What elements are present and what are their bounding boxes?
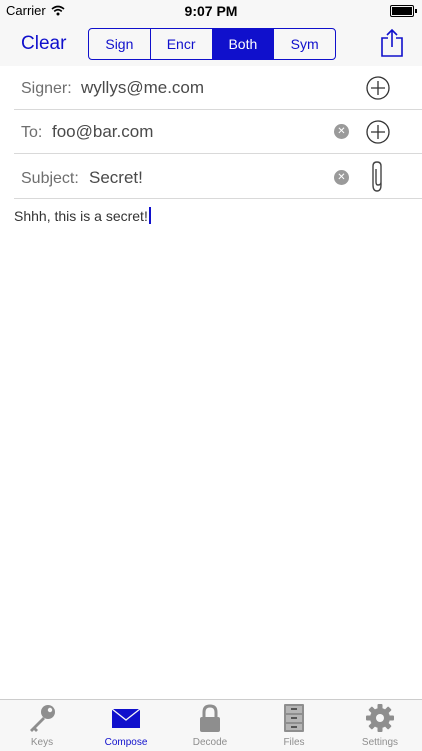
tab-settings[interactable]: Settings bbox=[338, 700, 422, 751]
tab-decode[interactable]: Decode bbox=[168, 700, 252, 751]
tab-settings-label: Settings bbox=[361, 737, 399, 748]
segment-both[interactable]: Both bbox=[211, 29, 274, 59]
to-field[interactable]: foo@bar.com bbox=[52, 122, 153, 142]
tab-keys-label: Keys bbox=[30, 737, 54, 748]
clock: 9:07 PM bbox=[184, 3, 238, 19]
nav-bar: Clear Sign Encr Both Sym bbox=[0, 22, 422, 66]
segment-encr[interactable]: Encr bbox=[149, 29, 212, 59]
paperclip-icon[interactable] bbox=[369, 160, 387, 194]
segment-sign[interactable]: Sign bbox=[89, 29, 150, 59]
add-signer-icon[interactable] bbox=[366, 76, 390, 100]
mode-segmented-control: Sign Encr Both Sym bbox=[88, 28, 336, 60]
to-row: To: foo@bar.com ✕ bbox=[0, 110, 422, 154]
share-icon[interactable] bbox=[379, 28, 405, 58]
status-bar: Carrier 9:07 PM bbox=[0, 0, 422, 22]
subject-row: Subject: Secret! ✕ bbox=[0, 154, 422, 199]
text-cursor bbox=[148, 207, 151, 224]
key-icon bbox=[30, 705, 55, 732]
battery-icon bbox=[390, 5, 417, 17]
to-label: To: bbox=[21, 124, 43, 141]
signer-label: Signer: bbox=[21, 80, 72, 97]
add-recipient-icon[interactable] bbox=[366, 120, 390, 144]
clear-button[interactable]: Clear bbox=[21, 33, 66, 55]
gear-icon bbox=[366, 704, 394, 732]
lock-icon bbox=[200, 704, 220, 732]
segment-sym[interactable]: Sym bbox=[273, 29, 335, 59]
subject-field[interactable]: Secret! bbox=[89, 168, 143, 188]
tab-keys[interactable]: Keys bbox=[0, 700, 84, 751]
clear-to-icon[interactable]: ✕ bbox=[334, 124, 349, 139]
row-divider bbox=[14, 198, 422, 199]
clear-subject-icon[interactable]: ✕ bbox=[334, 170, 349, 185]
tab-compose-label: Compose bbox=[104, 737, 148, 748]
message-body[interactable]: Shhh, this is a secret! bbox=[14, 207, 151, 224]
envelope-icon bbox=[111, 708, 141, 728]
signer-field[interactable]: wyllys@me.com bbox=[81, 78, 204, 98]
file-cabinet-icon bbox=[284, 704, 304, 732]
tab-files[interactable]: Files bbox=[252, 700, 336, 751]
tab-files-label: Files bbox=[283, 737, 305, 748]
signer-row: Signer: wyllys@me.com bbox=[0, 66, 422, 110]
tab-compose[interactable]: Compose bbox=[84, 700, 168, 751]
message-text: Shhh, this is a secret! bbox=[14, 208, 148, 224]
tab-decode-label: Decode bbox=[192, 737, 228, 748]
subject-label: Subject: bbox=[21, 170, 79, 187]
tab-bar: Keys Compose Decode Files Settings bbox=[0, 699, 422, 751]
